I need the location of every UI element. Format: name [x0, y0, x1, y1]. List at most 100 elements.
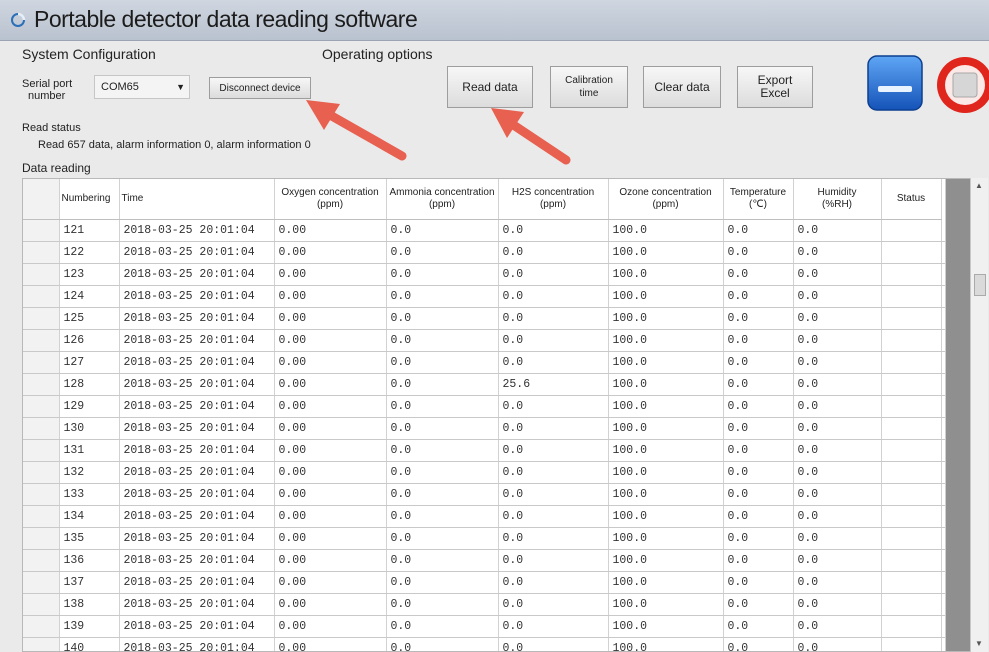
table-cell[interactable]: 2018-03-25 20:01:04	[119, 285, 275, 308]
table-cell[interactable]: 133	[59, 483, 120, 506]
table-row[interactable]: 123 2018-03-25 20:01:04 0.00 0.0 0.0 100.0 0.0…	[23, 263, 947, 286]
table-cell[interactable]	[881, 219, 942, 242]
table-cell[interactable]: 0.0	[793, 417, 882, 440]
table-cell[interactable]: 134	[59, 505, 120, 528]
table-cell[interactable]: 100.0	[608, 615, 724, 638]
disconnect-device-button[interactable]: Disconnect device	[209, 77, 311, 99]
table-cell[interactable]: 0.0	[723, 307, 794, 330]
col-header-time[interactable]: Time	[119, 179, 275, 220]
table-cell[interactable]: 0.00	[274, 527, 387, 550]
row-header-cell[interactable]	[23, 307, 60, 330]
table-cell[interactable]: 0.0	[386, 219, 499, 242]
table-cell[interactable]: 0.0	[498, 483, 609, 506]
table-cell[interactable]: 0.00	[274, 461, 387, 484]
clear-data-button[interactable]: Clear data	[643, 66, 721, 108]
table-cell[interactable]: 100.0	[608, 505, 724, 528]
table-row[interactable]: 137 2018-03-25 20:01:04 0.00 0.0 0.0 100.0 0.0…	[23, 571, 947, 594]
table-cell[interactable]: 0.0	[723, 461, 794, 484]
table-cell[interactable]: 0.0	[793, 483, 882, 506]
table-cell[interactable]: 100.0	[608, 373, 724, 396]
row-header-cell[interactable]	[23, 329, 60, 352]
table-cell[interactable]: 0.0	[793, 351, 882, 374]
table-cell[interactable]: 2018-03-25 20:01:04	[119, 505, 275, 528]
table-cell[interactable]: 2018-03-25 20:01:04	[119, 615, 275, 638]
table-cell[interactable]: 0.0	[723, 505, 794, 528]
table-cell[interactable]: 2018-03-25 20:01:04	[119, 461, 275, 484]
table-cell[interactable]	[881, 263, 942, 286]
read-data-button[interactable]: Read data	[447, 66, 533, 108]
table-cell[interactable]: 100.0	[608, 241, 724, 264]
table-row[interactable]: 130 2018-03-25 20:01:04 0.00 0.0 0.0 100.0 0.0…	[23, 417, 947, 440]
table-cell[interactable]: 0.0	[498, 439, 609, 462]
table-cell[interactable]: 0.0	[793, 241, 882, 264]
table-cell[interactable]: 0.0	[793, 307, 882, 330]
table-cell[interactable]: 0.0	[793, 395, 882, 418]
table-cell[interactable]: 0.0	[723, 219, 794, 242]
scroll-thumb[interactable]	[974, 274, 986, 296]
table-cell[interactable]: 0.0	[498, 307, 609, 330]
table-cell[interactable]: 0.0	[793, 593, 882, 616]
table-cell[interactable]: 127	[59, 351, 120, 374]
table-cell[interactable]: 100.0	[608, 219, 724, 242]
table-cell[interactable]: 2018-03-25 20:01:04	[119, 527, 275, 550]
calibration-time-button[interactable]: Calibration time	[550, 66, 628, 108]
table-cell[interactable]: 2018-03-25 20:01:04	[119, 263, 275, 286]
table-cell[interactable]: 0.0	[793, 527, 882, 550]
table-cell[interactable]: 123	[59, 263, 120, 286]
table-cell[interactable]: 0.0	[793, 329, 882, 352]
table-cell[interactable]: 0.0	[498, 615, 609, 638]
table-cell[interactable]: 0.00	[274, 549, 387, 572]
row-header-cell[interactable]	[23, 395, 60, 418]
table-cell[interactable]: 122	[59, 241, 120, 264]
table-cell[interactable]: 0.0	[386, 395, 499, 418]
col-header-h2s[interactable]: H2S concentration (ppm)	[498, 179, 609, 220]
table-cell[interactable]: 0.0	[386, 439, 499, 462]
table-cell[interactable]	[881, 417, 942, 440]
table-cell[interactable]: 0.0	[793, 263, 882, 286]
row-header-cell[interactable]	[23, 351, 60, 374]
table-cell[interactable]: 0.0	[386, 241, 499, 264]
table-cell[interactable]: 100.0	[608, 461, 724, 484]
table-row[interactable]: 138 2018-03-25 20:01:04 0.00 0.0 0.0 100.0 0.0…	[23, 593, 947, 616]
row-header-cell[interactable]	[23, 505, 60, 528]
table-cell[interactable]: 0.0	[723, 395, 794, 418]
table-cell[interactable]: 2018-03-25 20:01:04	[119, 351, 275, 374]
table-cell[interactable]: 0.0	[498, 417, 609, 440]
table-cell[interactable]: 0.0	[498, 351, 609, 374]
table-cell[interactable]: 0.0	[723, 571, 794, 594]
table-cell[interactable]: 0.0	[723, 637, 794, 651]
table-cell[interactable]: 0.0	[723, 285, 794, 308]
table-cell[interactable]: 100.0	[608, 307, 724, 330]
table-cell[interactable]: 0.00	[274, 219, 387, 242]
table-cell[interactable]: 124	[59, 285, 120, 308]
table-cell[interactable]: 0.0	[793, 637, 882, 651]
table-cell[interactable]: 100.0	[608, 417, 724, 440]
scroll-up-icon[interactable]: ▲	[975, 181, 983, 190]
table-cell[interactable]	[881, 527, 942, 550]
table-cell[interactable]: 0.0	[723, 593, 794, 616]
table-cell[interactable]: 0.00	[274, 571, 387, 594]
table-cell[interactable]: 2018-03-25 20:01:04	[119, 593, 275, 616]
table-cell[interactable]: 2018-03-25 20:01:04	[119, 329, 275, 352]
table-cell[interactable]: 0.0	[793, 219, 882, 242]
table-cell[interactable]: 0.00	[274, 373, 387, 396]
table-cell[interactable]: 0.0	[386, 329, 499, 352]
table-cell[interactable]: 25.6	[498, 373, 609, 396]
table-cell[interactable]: 0.0	[498, 571, 609, 594]
table-cell[interactable]: 136	[59, 549, 120, 572]
row-header-cell[interactable]	[23, 527, 60, 550]
table-cell[interactable]: 0.0	[386, 571, 499, 594]
table-cell[interactable]: 128	[59, 373, 120, 396]
table-cell[interactable]	[881, 549, 942, 572]
table-cell[interactable]: 0.0	[498, 461, 609, 484]
table-cell[interactable]: 0.0	[498, 395, 609, 418]
table-cell[interactable]	[881, 329, 942, 352]
table-row[interactable]: 135 2018-03-25 20:01:04 0.00 0.0 0.0 100.0 0.0…	[23, 527, 947, 550]
data-grid[interactable]: Numbering Time Oxygen concentration (ppm)…	[22, 178, 987, 652]
row-header-cell[interactable]	[23, 483, 60, 506]
table-cell[interactable]: 0.0	[793, 285, 882, 308]
table-cell[interactable]: 0.0	[723, 241, 794, 264]
table-cell[interactable]: 2018-03-25 20:01:04	[119, 219, 275, 242]
table-cell[interactable]: 0.00	[274, 263, 387, 286]
table-cell[interactable]	[881, 593, 942, 616]
